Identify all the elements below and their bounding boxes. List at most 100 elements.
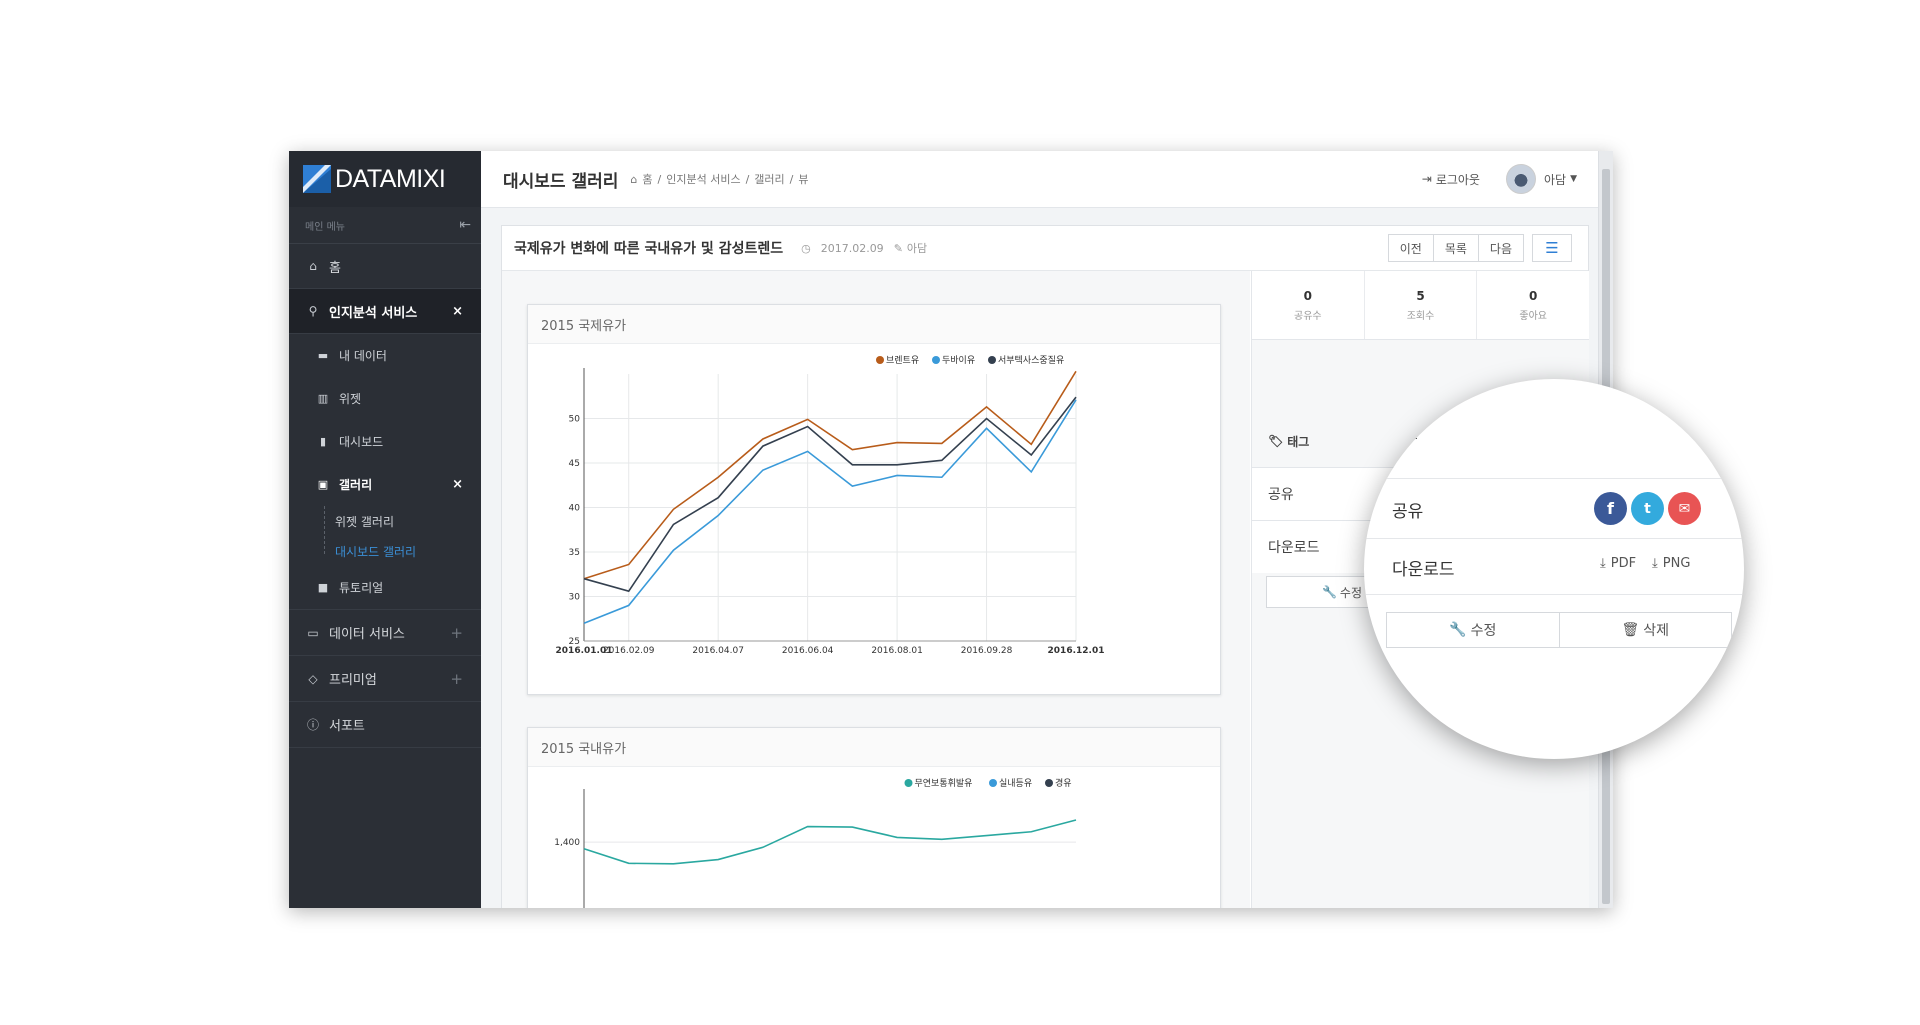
sidebar-item-label: 인지분석 서비스 bbox=[329, 305, 418, 321]
magnified-tag-label: 태그 bbox=[1392, 428, 1418, 444]
download-icon: ⤓ bbox=[1652, 556, 1658, 571]
plus-icon[interactable]: + bbox=[450, 624, 463, 642]
download-pdf-button[interactable]: ⤓ PDF bbox=[1600, 556, 1636, 571]
download-label: 다운로드 bbox=[1268, 540, 1320, 556]
x-tick-label: 2016.12.01 bbox=[1048, 646, 1105, 656]
list-button[interactable]: 목록 bbox=[1432, 234, 1479, 262]
menu-label: 메인 메뉴 bbox=[305, 221, 345, 233]
sidebar-item-label: 프리미엄 bbox=[329, 673, 377, 688]
x-tick-label: 2016.02.09 bbox=[603, 646, 655, 656]
topbar-right: ⇥ 로그아웃 아담 ▼ bbox=[1422, 164, 1577, 194]
y-tick-label: 35 bbox=[569, 548, 580, 558]
video-icon: ■ bbox=[317, 581, 329, 594]
next-button[interactable]: 다음 bbox=[1477, 234, 1524, 262]
wrench-icon: 🔧 bbox=[1321, 585, 1337, 599]
sidebar-item-label: 홈 bbox=[329, 260, 341, 276]
legend-swatch bbox=[989, 779, 997, 787]
share-label: 공유 bbox=[1268, 487, 1294, 503]
logo[interactable]: DATAMIXI bbox=[289, 151, 481, 207]
sidebar-item-home[interactable]: ⌂ 홈 bbox=[289, 244, 481, 289]
sidebar-item-label: 서포트 bbox=[329, 719, 365, 734]
avatar[interactable] bbox=[1505, 164, 1536, 194]
sidebar-item-support[interactable]: ⓘ 서포트 bbox=[289, 702, 481, 748]
series-line bbox=[583, 396, 1077, 593]
x-tick-label: 2016.08.01 bbox=[871, 646, 923, 656]
post-meta: ◷ 2017.02.09 ✎ 아담 bbox=[801, 240, 937, 256]
top-bar: 대시보드 갤러리 ⌂ 홈 / 인지분석 서비스 / 갤러리 / 뷰 ⇥ 로그아웃 아담… bbox=[481, 151, 1613, 208]
series-line bbox=[583, 399, 1077, 624]
wrench-icon: 🔧 bbox=[1449, 622, 1467, 638]
delete-button[interactable]: 🗑 삭제 bbox=[1560, 613, 1732, 647]
chart-domestic-oil: 1,2001,400경유실내등유무연보통휘발유 bbox=[554, 777, 1077, 908]
sidebar-item-label: 데이터 서비스 bbox=[329, 627, 405, 642]
post-author: 아담 bbox=[906, 242, 928, 255]
clipboard-icon: ▮ bbox=[319, 435, 327, 448]
sidebar-item-premium[interactable]: ◇ 프리미엄 + bbox=[289, 656, 481, 702]
sidebar: DATAMIXI 메인 메뉴 ⇤ ⌂ 홈 ⚲ 인지분석 서비스 × ▬ 내 데이… bbox=[289, 151, 481, 908]
legend-swatch bbox=[1045, 779, 1053, 787]
stat-views: 5 조회수 bbox=[1365, 271, 1478, 339]
pdf-label: PDF bbox=[1610, 556, 1637, 571]
sidebar-item-cognitive-analysis[interactable]: ⚲ 인지분석 서비스 × bbox=[289, 289, 481, 334]
share-label: 공유 bbox=[1392, 501, 1424, 522]
prev-button[interactable]: 이전 bbox=[1387, 234, 1434, 262]
y-tick-label: 1,400 bbox=[554, 838, 580, 848]
close-icon[interactable]: × bbox=[452, 304, 463, 319]
pencil-icon: ✎ bbox=[893, 241, 903, 255]
close-icon[interactable]: × bbox=[452, 477, 463, 492]
x-tick-label: 2016.06.04 bbox=[782, 646, 834, 656]
sidebar-item-my-data[interactable]: ▬ 내 데이터 bbox=[289, 334, 481, 377]
clock-icon: ◷ bbox=[801, 241, 811, 255]
collapse-menu-icon[interactable]: ⇤ bbox=[459, 217, 471, 233]
chevron-down-icon[interactable]: ▼ bbox=[1570, 174, 1577, 184]
sidebar-item-label: 위젯 bbox=[339, 392, 362, 406]
stat-label: 좋아요 bbox=[1519, 310, 1547, 322]
stats-row: 0 공유수 5 조회수 0 좋아요 bbox=[1252, 271, 1589, 340]
tag-icon: 🏷 bbox=[1268, 434, 1284, 448]
chart-international-oil: 2530354045502016.01.012016.02.09 2016.04.… bbox=[556, 354, 1105, 656]
download-icon: ⤓ bbox=[1600, 556, 1606, 571]
legend-swatch bbox=[932, 356, 940, 364]
y-tick-label: 40 bbox=[569, 504, 581, 514]
download-png-button[interactable]: ⤓ PNG bbox=[1652, 556, 1690, 571]
stat-value: 0 bbox=[1529, 288, 1538, 303]
x-tick-label: 2016.04.07 bbox=[692, 646, 744, 656]
stat-value: 5 bbox=[1416, 288, 1425, 303]
png-label: PNG bbox=[1662, 556, 1691, 571]
legend-swatch bbox=[988, 356, 996, 364]
facebook-share-button[interactable]: f bbox=[1594, 492, 1627, 525]
gallery-submenu: 위젯 갤러리 대시보드 갤러리 bbox=[289, 506, 481, 566]
search-icon: ⚲ bbox=[308, 304, 318, 318]
breadcrumb-item: 뷰 bbox=[798, 173, 809, 186]
edit-button[interactable]: 🔧 수정 bbox=[1387, 613, 1560, 647]
sidebar-item-dashboard[interactable]: ▮ 대시보드 bbox=[289, 420, 481, 463]
menu-header: 메인 메뉴 ⇤ bbox=[289, 207, 481, 244]
sidebar-item-gallery[interactable]: ▣ 갤러리 × bbox=[289, 463, 481, 506]
breadcrumb-item[interactable]: 인지분석 서비스 bbox=[666, 171, 740, 187]
sidebar-item-widget-gallery[interactable]: 위젯 갤러리 bbox=[335, 506, 481, 536]
panel-toggle-button[interactable]: ☰ bbox=[1532, 234, 1572, 262]
sidebar-item-dashboard-gallery[interactable]: 대시보드 갤러리 bbox=[335, 536, 481, 566]
sidebar-item-label: 내 데이터 bbox=[339, 349, 387, 363]
sidebar-item-label: 튜토리얼 bbox=[339, 581, 384, 595]
home-icon: ⌂ bbox=[630, 172, 638, 186]
breadcrumb-item[interactable]: 갤러리 bbox=[754, 171, 784, 187]
delete-label: 삭제 bbox=[1643, 623, 1670, 639]
chart-area: 2015 국제유가 25 30 35 40 45 50 2016.01.01 2016.02.… bbox=[502, 271, 1250, 908]
sidebar-item-tutorial[interactable]: ■ 튜토리얼 bbox=[289, 566, 481, 610]
legend-label: 무연보통휘발유 bbox=[915, 778, 973, 789]
stat-label: 조회수 bbox=[1406, 310, 1435, 322]
breadcrumb-item[interactable]: 홈 bbox=[642, 171, 652, 187]
logout-label: 로그아웃 bbox=[1435, 172, 1480, 187]
user-name[interactable]: 아담 bbox=[1544, 171, 1566, 188]
x-tick-label: 2016.09.28 bbox=[961, 646, 1013, 656]
logout-button[interactable]: ⇥ 로그아웃 bbox=[1422, 171, 1480, 188]
sidebar-item-data-service[interactable]: ▭ 데이터 서비스 + bbox=[289, 610, 481, 656]
logout-icon: ⇥ bbox=[1421, 172, 1432, 186]
sidebar-item-widget[interactable]: ▥ 위젯 bbox=[289, 377, 481, 420]
info-icon: ⓘ bbox=[306, 718, 319, 732]
twitter-share-button[interactable]: t bbox=[1631, 492, 1664, 525]
stat-likes: 0 좋아요 bbox=[1477, 271, 1589, 339]
email-share-button[interactable]: ✉ bbox=[1668, 492, 1701, 525]
plus-icon[interactable]: + bbox=[450, 670, 463, 688]
